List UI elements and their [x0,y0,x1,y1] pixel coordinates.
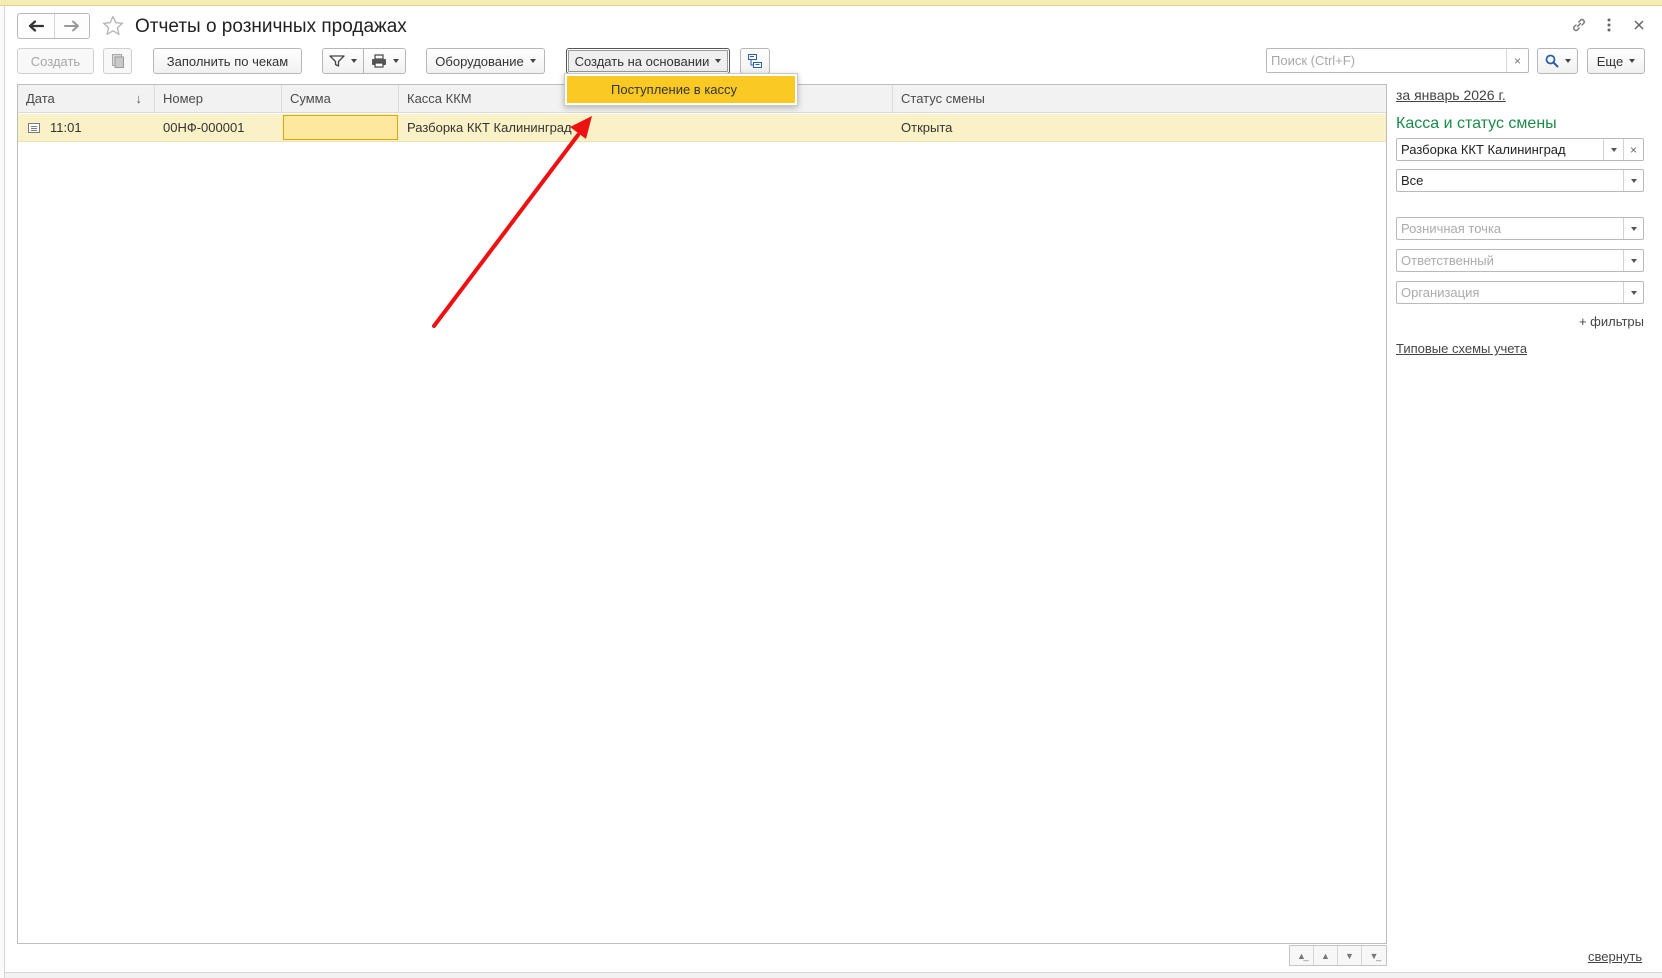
cell-kkm: Разборка ККТ Калининград [407,120,572,135]
more-vertical-icon[interactable] [1598,14,1620,36]
more-button[interactable]: Еще [1587,48,1645,74]
cell-sum[interactable] [283,115,398,140]
kkm-filter-value[interactable]: Разборка ККТ Калининград [1397,139,1603,160]
nav-buttons [17,13,90,39]
page-title: Отчеты о розничных продажах [135,16,407,37]
structure-button[interactable] [740,48,770,74]
chevron-down-icon [351,59,357,63]
status-filter-field[interactable]: Все [1396,169,1644,192]
structure-icon [748,54,762,68]
chevron-down-icon [715,59,722,63]
column-header-shift-status[interactable]: Статус смены [893,85,1386,113]
responsible-placeholder[interactable]: Ответственный [1397,250,1623,271]
create-based-on-menu: Поступление в кассу [564,73,798,106]
filter-section-title: Касса и статус смены [1396,115,1557,132]
kkm-clear-button[interactable]: × [1623,139,1643,160]
organization-filter-field[interactable]: Организация [1396,281,1644,304]
period-link[interactable]: за январь 2026 г. [1396,87,1506,103]
scroll-down-icon[interactable]: ▼ [1338,946,1362,965]
table-row[interactable]: 11:01 00НФ-000001 Разборка ККТ Калинингр… [18,114,1386,142]
responsible-dropdown-button[interactable] [1623,250,1643,271]
table-navigation: ▲̲ ▲ ▼ ▼̲ [1289,945,1387,966]
chevron-down-icon [1564,59,1571,63]
status-dropdown-button[interactable] [1623,170,1643,191]
cell-number: 00НФ-000001 [163,120,245,135]
filter-button[interactable] [322,48,364,74]
print-button[interactable] [363,48,406,74]
left-sidebar-edge [0,6,5,978]
link-icon[interactable] [1568,14,1590,36]
equipment-button[interactable]: Оборудование [426,48,545,74]
search-options-button[interactable] [1537,48,1578,74]
search-input[interactable] [1267,49,1499,72]
close-icon[interactable] [1628,14,1650,36]
search-box: × [1266,48,1529,73]
chevron-down-icon [1630,178,1637,183]
chevron-down-icon [1610,147,1617,152]
chevron-down-icon [1630,226,1637,231]
printer-icon [371,54,386,68]
cell-shift-status: Открыта [901,120,953,135]
search-icon [1545,54,1558,68]
organization-placeholder[interactable]: Организация [1397,282,1623,303]
copy-doc-icon [111,54,124,68]
equipment-button-label: Оборудование [435,53,524,69]
sort-desc-icon: ↓ [135,91,143,106]
accounting-schemes-link[interactable]: Типовые схемы учета [1396,341,1527,356]
kkm-dropdown-button[interactable] [1603,139,1623,160]
more-button-label: Еще [1596,53,1624,69]
scroll-to-bottom-icon[interactable]: ▼̲ [1362,946,1386,965]
back-button[interactable] [18,14,54,38]
organization-dropdown-button[interactable] [1623,282,1643,303]
create-button[interactable]: Создать [17,48,94,74]
arrow-right-icon [63,20,79,32]
filter-icon [329,55,345,67]
menu-item-cash-receipt[interactable]: Поступление в кассу [567,76,795,103]
retail-point-placeholder[interactable]: Розничная точка [1397,218,1623,239]
chevron-down-icon [529,59,536,63]
status-filter-value[interactable]: Все [1397,170,1623,191]
column-header-label: Дата [26,91,55,106]
search-clear-button[interactable]: × [1506,49,1528,72]
chevron-down-icon [1629,59,1636,63]
favorite-star-icon[interactable] [101,14,125,38]
forward-button[interactable] [53,14,90,38]
chevron-down-icon [1630,258,1637,263]
bottom-strip [5,972,1662,978]
fill-by-receipts-button[interactable]: Заполнить по чекам [153,48,302,74]
collapse-panel-link[interactable]: свернуть [1588,949,1642,964]
cell-date: 11:01 [50,120,82,135]
create-based-on-label: Создать на основании [574,53,710,69]
documents-table: Дата ↓ Номер Сумма Касса ККМ Статус смен… [17,84,1387,944]
column-header-sum[interactable]: Сумма [282,85,399,113]
chevron-down-icon [1630,290,1637,295]
column-header-number[interactable]: Номер [155,85,282,113]
top-strip [0,0,1662,6]
add-filters-link[interactable]: + фильтры [1560,314,1644,329]
scroll-to-top-icon[interactable]: ▲̲ [1290,946,1314,965]
kkm-filter-field[interactable]: Разборка ККТ Калининград × [1396,138,1644,161]
create-based-on-button[interactable]: Создать на основании [566,48,730,74]
scroll-up-icon[interactable]: ▲ [1314,946,1338,965]
arrow-left-icon [28,20,44,32]
responsible-filter-field[interactable]: Ответственный [1396,249,1644,272]
copy-button[interactable] [103,48,132,74]
column-header-date[interactable]: Дата ↓ [18,85,155,113]
chevron-down-icon [392,59,399,63]
retail-point-dropdown-button[interactable] [1623,218,1643,239]
document-icon [28,123,40,133]
retail-point-filter-field[interactable]: Розничная точка [1396,217,1644,240]
